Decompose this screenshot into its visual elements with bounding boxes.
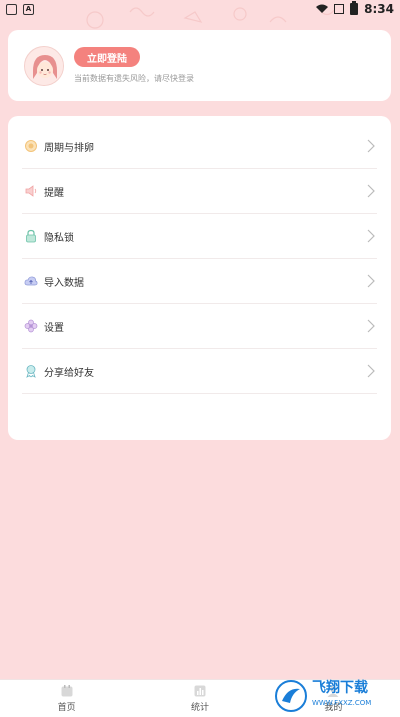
menu-card: 周期与排卵 提醒 隐私锁 导入数据 设置 分享给好友 <box>8 116 391 440</box>
avatar[interactable] <box>24 45 64 86</box>
chevron-right-icon <box>367 319 375 333</box>
status-bar: A 8:34 <box>0 0 400 18</box>
menu-item-label: 提醒 <box>44 187 64 199</box>
lock-icon <box>26 229 36 243</box>
menu-item-privacy-lock[interactable]: 隐私锁 <box>22 214 377 259</box>
tab-statistics[interactable]: 统计 <box>133 680 266 717</box>
battery-icon <box>350 1 359 15</box>
notification-badge-icon: A <box>23 3 34 15</box>
chevron-right-icon <box>367 364 375 378</box>
menu-item-settings[interactable]: 设置 <box>22 304 377 349</box>
chevron-right-icon <box>367 139 375 153</box>
tab-home[interactable]: 首页 <box>0 680 133 717</box>
menu-item-cycle[interactable]: 周期与排卵 <box>22 124 377 169</box>
menu-item-label: 设置 <box>44 322 64 334</box>
signal-icon <box>334 4 345 14</box>
ribbon-icon <box>26 365 36 378</box>
menu-item-label: 隐私锁 <box>44 232 74 244</box>
chevron-right-icon <box>367 274 375 288</box>
menu-item-label: 分享给好友 <box>44 367 94 379</box>
menu-item-reminder[interactable]: 提醒 <box>22 169 377 214</box>
tab-label: 首页 <box>57 703 76 713</box>
menu-item-label: 导入数据 <box>44 277 84 289</box>
menu-item-label: 周期与排卵 <box>44 142 94 154</box>
watermark-url: WWW.FXXZ.COM <box>312 699 372 707</box>
chart-icon <box>194 685 206 697</box>
clock: 8:34 <box>364 2 394 16</box>
watermark: 飞翔下载 WWW.FXXZ.COM <box>274 677 394 715</box>
menu-item-import-data[interactable]: 导入数据 <box>22 259 377 304</box>
login-button[interactable]: 立即登陆 <box>74 47 140 67</box>
sun-icon <box>25 140 37 152</box>
login-hint: 当前数据有遗失风险，请尽快登录 <box>74 74 194 83</box>
chevron-right-icon <box>367 184 375 198</box>
watermark-title: 飞翔下载 <box>312 680 368 696</box>
cloud-upload-icon <box>24 276 38 286</box>
menu-item-share[interactable]: 分享给好友 <box>22 349 377 394</box>
chevron-right-icon <box>367 229 375 243</box>
girl-avatar-icon <box>25 46 63 85</box>
flower-icon <box>24 319 38 333</box>
profile-card: 立即登陆 当前数据有遗失风险，请尽快登录 <box>8 30 391 101</box>
tab-label: 统计 <box>190 703 209 713</box>
wifi-icon <box>316 4 329 13</box>
calendar-icon <box>61 685 73 697</box>
watermark-logo-icon <box>275 680 307 712</box>
screen-record-icon <box>6 3 17 15</box>
speaker-icon <box>25 185 37 197</box>
